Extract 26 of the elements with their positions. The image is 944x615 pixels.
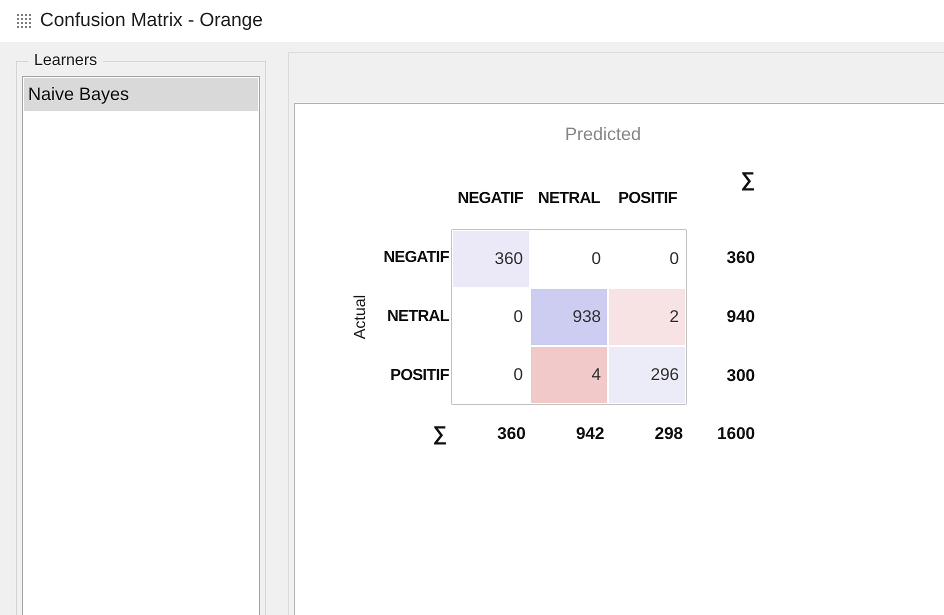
row-header: NEGATIF <box>383 249 450 268</box>
sum-label: ∑ <box>432 422 448 446</box>
group-title: Learners <box>33 52 98 70</box>
row-total: 300 <box>726 366 756 386</box>
row-total: 360 <box>726 248 756 268</box>
grand-total: 1600 <box>717 424 756 444</box>
table-cell: 360 <box>453 231 529 287</box>
table-cell: 938 <box>531 289 607 345</box>
row-header: NETRAL <box>387 308 450 326</box>
axis-label: Predicted <box>565 124 642 145</box>
axis-label: Actual <box>352 294 370 340</box>
column-header: NEGATIF <box>458 190 524 208</box>
list-item[interactable]: Naive Bayes <box>24 78 258 111</box>
table-cell: 296 <box>609 347 685 403</box>
window-title: Confusion Matrix - Orange <box>40 10 263 32</box>
grid-icon <box>16 13 32 29</box>
row-total: 940 <box>726 306 756 327</box>
table-cell: 2 <box>609 289 685 345</box>
table-cell: 4 <box>531 347 607 403</box>
column-total: 298 <box>654 424 684 444</box>
column-header: POSITIF <box>618 190 678 208</box>
column-total: 360 <box>497 424 527 444</box>
column-header: NETRAL <box>538 190 600 208</box>
sum-header: ∑ <box>740 169 756 192</box>
row-header: POSITIF <box>390 366 450 385</box>
column-total: 942 <box>576 424 606 444</box>
